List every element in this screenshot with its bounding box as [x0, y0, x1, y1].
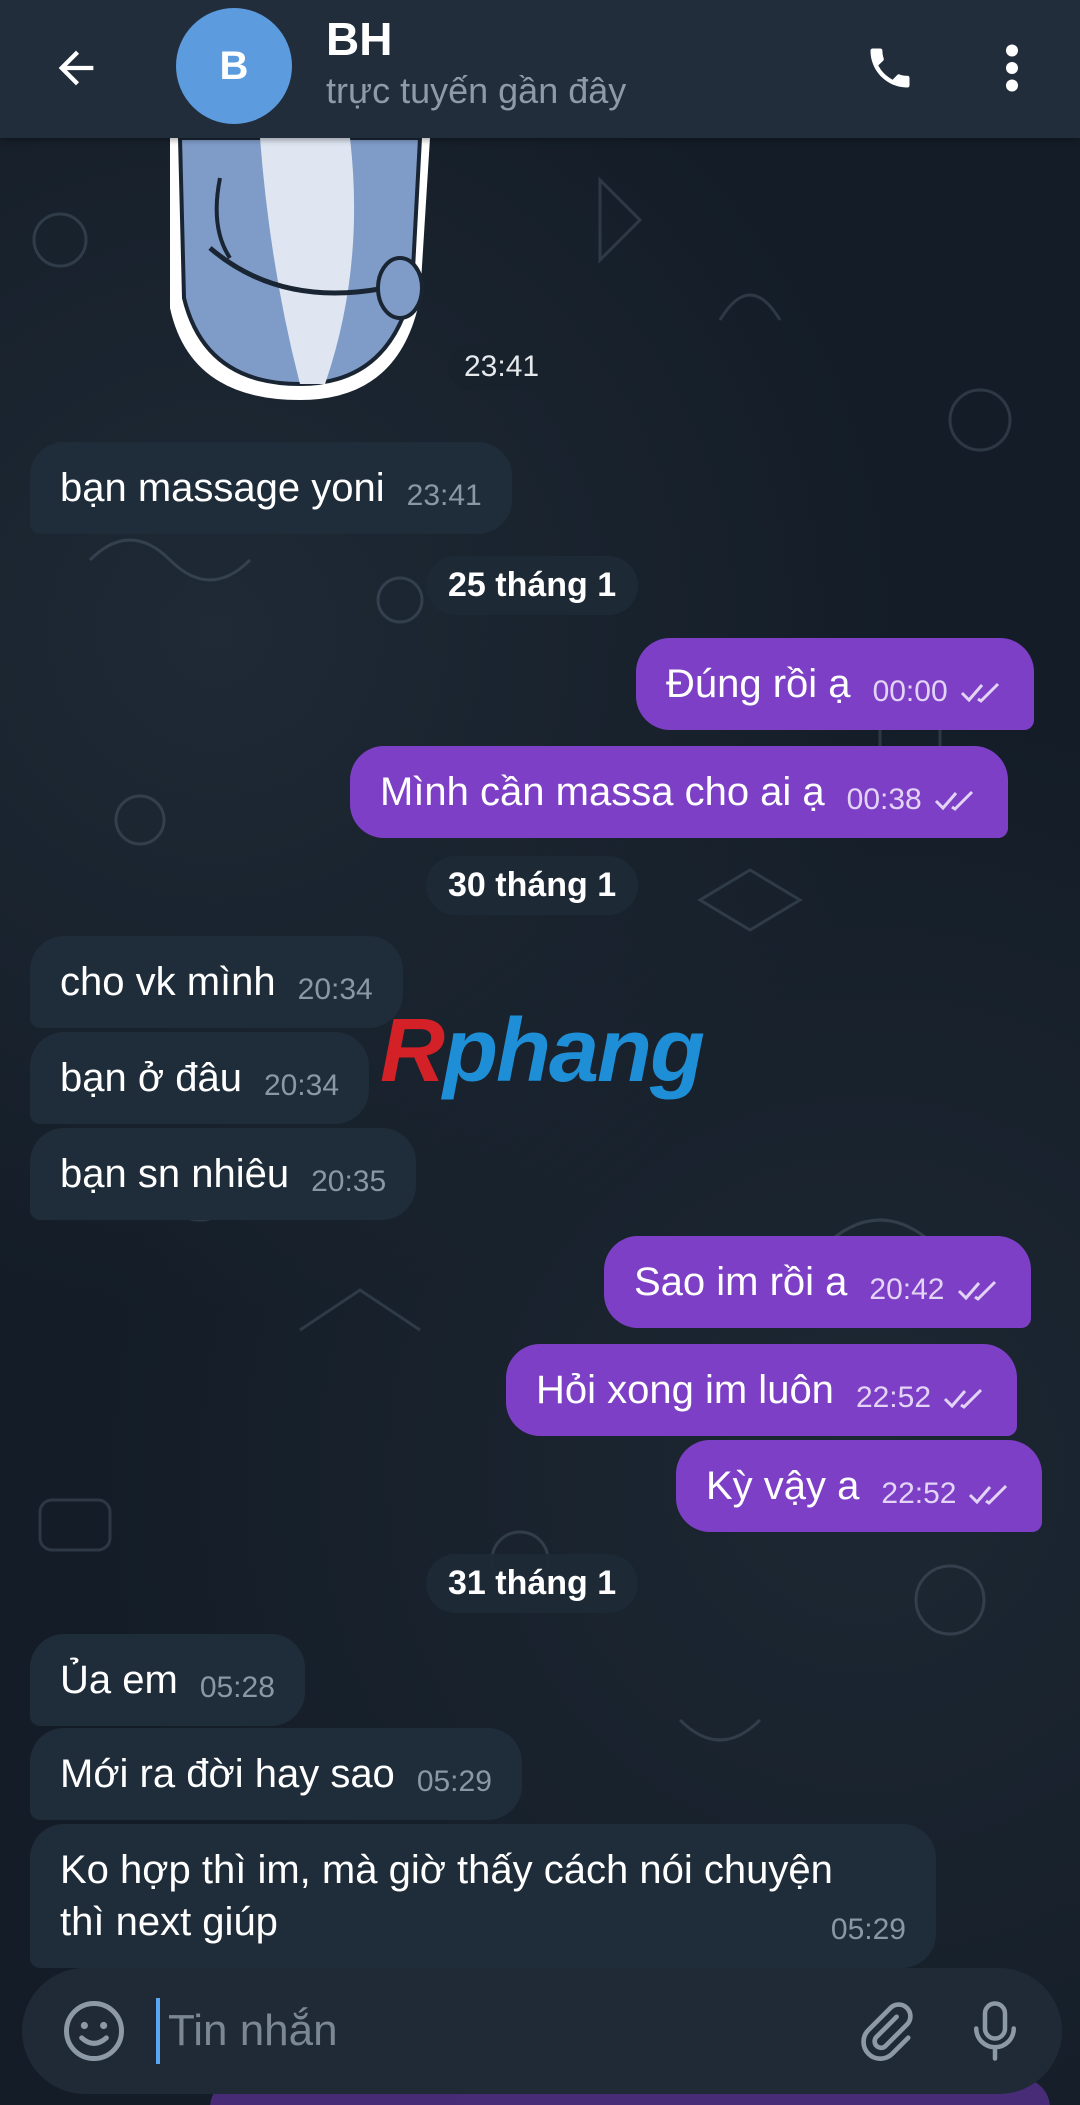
date-separator: 31 tháng 1 — [426, 1554, 639, 1613]
sticker-image[interactable] — [150, 138, 450, 400]
contact-status: trực tuyến gần đây — [326, 70, 627, 111]
message-time: 05:29 — [830, 1913, 906, 1946]
message-input[interactable] — [156, 1998, 836, 2064]
message-outgoing[interactable]: Mình cần massa cho ai ạ 00:38 — [350, 746, 1008, 838]
message-text-line-1: Ko hợp thì im, mà giờ thấy cách nói chuy… — [60, 1848, 833, 1892]
message-outgoing[interactable]: Kỳ vậy a 22:52 — [676, 1440, 1043, 1532]
message-text: Ủa em — [60, 1658, 178, 1702]
double-check-icon — [960, 682, 999, 703]
message-text: Hỏi xong im luôn — [536, 1368, 834, 1412]
message-meta: 00:00 — [873, 666, 1004, 718]
message-time: 22:52 — [855, 1381, 932, 1414]
message-last-line: thì next giúp 05:29 — [60, 1896, 906, 1948]
emoji-button[interactable] — [56, 1993, 132, 2069]
message-text: bạn sn nhiêu — [60, 1152, 290, 1196]
message-meta: 20:42 — [869, 1264, 1000, 1316]
message-outgoing[interactable]: Sao im rồi a 20:42 — [604, 1236, 1031, 1328]
message-incoming[interactable]: bạn massage yoni 23:41 — [30, 442, 512, 534]
message-time: 23:41 — [406, 479, 482, 512]
double-check-icon — [934, 790, 973, 811]
message-text: Mình cần massa cho ai ạ — [380, 770, 825, 814]
double-check-icon — [957, 1280, 996, 1301]
chat-header: B BH trực tuyến gần đây — [0, 0, 1080, 138]
message-text: bạn ở đâu — [60, 1056, 242, 1100]
message-incoming[interactable]: cho vk mình 20:34 — [30, 936, 403, 1028]
message-incoming[interactable]: bạn sn nhiêu 20:35 — [30, 1128, 417, 1220]
microphone-button[interactable] — [956, 1992, 1034, 2070]
double-check-icon — [969, 1484, 1008, 1505]
message-incoming[interactable]: Ủa em 05:28 — [30, 1634, 305, 1726]
message-time: 20:42 — [869, 1273, 945, 1306]
message-incoming[interactable]: bạn ở đâu 20:34 — [30, 1032, 370, 1124]
watermark-text: phang — [443, 1001, 705, 1101]
message-text: Đúng rồi ạ — [666, 662, 851, 706]
date-separator: 25 tháng 1 — [426, 556, 639, 615]
message-meta: 22:52 — [881, 1468, 1012, 1520]
message-composer — [22, 1968, 1062, 2094]
paperclip-icon — [861, 2002, 913, 2061]
back-button[interactable] — [40, 32, 112, 104]
message-text: Kỳ vậy a — [706, 1464, 860, 1508]
smile-icon — [64, 2001, 124, 2061]
message-incoming[interactable]: Ko hợp thì im, mà giờ thấy cách nói chuy… — [30, 1824, 936, 1968]
microphone-icon — [974, 2001, 1016, 2061]
message-outgoing[interactable]: Hỏi xong im luôn 22:52 — [506, 1344, 1018, 1436]
message-time: 00:00 — [872, 675, 948, 708]
phone-icon — [870, 48, 910, 88]
message-incoming[interactable]: Mới ra đời hay sao 05:29 — [30, 1728, 522, 1820]
message-time: 05:28 — [199, 1671, 275, 1704]
watermark-letter: R — [380, 1001, 445, 1101]
more-vertical-icon — [1006, 44, 1018, 92]
message-text: Mới ra đời hay sao — [60, 1752, 395, 1796]
contact-name[interactable]: BH — [326, 12, 392, 66]
arrow-left-icon — [58, 50, 94, 86]
message-time: 20:34 — [263, 1069, 340, 1102]
watermark-logo: Rphang — [380, 1000, 705, 1103]
message-text: bạn massage yoni — [60, 466, 385, 510]
message-time: 20:35 — [311, 1165, 387, 1198]
attach-button[interactable] — [846, 1992, 924, 2070]
message-time: 22:52 — [881, 1477, 957, 1510]
message-text-line-2: thì next giúp — [60, 1900, 278, 1944]
message-meta: 22:52 — [856, 1372, 987, 1424]
message-time: 05:29 — [416, 1765, 492, 1798]
sticker-timestamp: 23:41 — [448, 344, 556, 390]
call-button[interactable] — [850, 28, 930, 108]
message-text: cho vk mình — [60, 960, 276, 1004]
avatar[interactable]: B — [176, 8, 292, 124]
avatar-initial: B — [219, 43, 249, 88]
message-meta: 00:38 — [847, 774, 978, 826]
message-outgoing[interactable]: Đúng rồi ạ 00:00 — [636, 638, 1034, 730]
date-separator: 30 tháng 1 — [426, 856, 639, 915]
message-time: 20:34 — [297, 973, 373, 1006]
double-check-icon — [943, 1388, 983, 1409]
message-text: Sao im rồi a — [634, 1260, 848, 1304]
more-menu-button[interactable] — [982, 28, 1042, 108]
message-time: 00:38 — [846, 783, 922, 816]
